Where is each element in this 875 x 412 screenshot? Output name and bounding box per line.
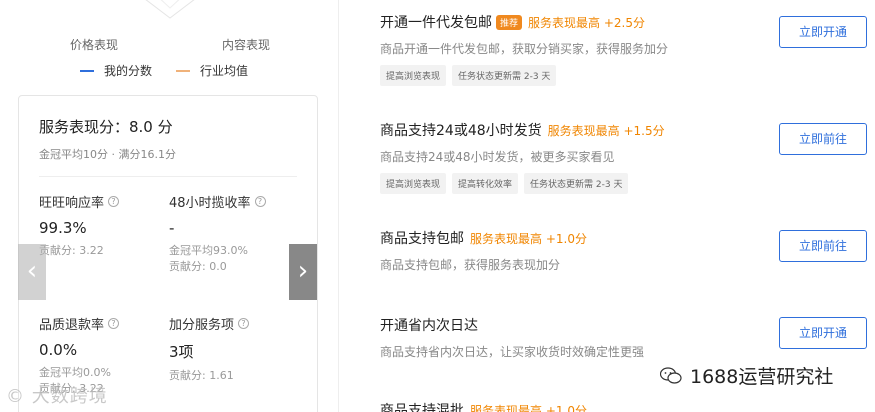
task-title: 开通省内次日达 [380, 318, 478, 334]
score-title: 服务表现分：8.0 分 [39, 118, 173, 136]
metric-contribution: 贡献分: 1.61 [169, 369, 234, 382]
legend-industry-avg: 行业均值 [176, 62, 248, 79]
divider [39, 176, 297, 177]
task-performance: 服务表现最高 +1.0分 [470, 231, 587, 246]
score-subtitle: 金冠平均10分 · 满分16.1分 [39, 148, 176, 161]
carousel-next-button[interactable]: › [289, 244, 317, 300]
task-title: 商品支持24或48小时发货 [380, 123, 542, 139]
watermark-right: 1688运营研究社 [660, 362, 833, 389]
metric-bonus-services: 加分服务项? 3项 贡献分: 1.61 [169, 314, 299, 384]
recommend-badge: 推荐 [496, 14, 523, 30]
task-tag: 提高浏览表现 [380, 173, 447, 194]
help-icon[interactable]: ? [108, 318, 120, 329]
task-tags: 提高浏览表现 任务状态更新需 2-3 天 [380, 65, 850, 86]
task-title: 开通一件代发包邮 [380, 15, 492, 31]
watermark-left: © 大数跨境 [6, 386, 108, 407]
task-title: 商品支持包邮 [380, 231, 464, 247]
watermark-text: 1688运营研究社 [690, 366, 834, 388]
metric-gold-avg: 金冠平均93.0% [169, 244, 248, 257]
metric-value: 3项 [169, 343, 194, 361]
metric-wangwang-response: 旺旺响应率? 99.3% 贡献分: 3.22 [39, 192, 169, 259]
task-performance: 服务表现最高 +1.0分 [470, 403, 587, 412]
carousel-prev-button[interactable]: ‹ [18, 244, 46, 300]
wechat-icon [660, 366, 682, 384]
metric-48h-pickup: 48小时揽收率? - 金冠平均93.0% 贡献分: 0.0 [169, 192, 299, 275]
metric-label: 品质退款率 [39, 318, 105, 333]
metric-value: 99.3% [39, 219, 87, 237]
legend-swatch-orange [176, 69, 191, 72]
legend-label: 行业均值 [200, 64, 249, 78]
panel-divider [338, 0, 339, 412]
service-score-card: 服务表现分：8.0 分 金冠平均10分 · 满分16.1分 旺旺响应率? 99.… [18, 95, 318, 412]
task-item: 商品支持混批 服务表现最高 +1.0分 [380, 400, 850, 412]
help-icon[interactable]: ? [108, 196, 120, 207]
radar-axis-price: 价格表现 [70, 38, 119, 52]
open-dropship-button[interactable]: 立即开通 [779, 16, 867, 48]
metric-value: - [169, 219, 175, 237]
score-panel: 价格表现 内容表现 我的分数 行业均值 服务表现分：8.0 分 金冠平均10分 … [0, 0, 340, 412]
task-title: 商品支持混批 [380, 403, 464, 412]
radar-axis-content: 内容表现 [222, 38, 271, 52]
goto-free-shipping-button[interactable]: 立即前往 [779, 230, 867, 262]
metric-contribution: 贡献分: 3.22 [39, 244, 104, 257]
legend-label: 我的分数 [104, 64, 153, 78]
legend-swatch-blue [80, 69, 94, 72]
metric-contribution: 贡献分: 0.0 [169, 260, 227, 273]
metric-label: 旺旺响应率 [39, 196, 105, 211]
task-performance: 服务表现最高 +2.5分 [528, 15, 645, 30]
task-tags: 提高浏览表现 提高转化效率 任务状态更新需 2-3 天 [380, 173, 850, 194]
legend-my-score: 我的分数 [80, 62, 152, 79]
task-performance: 服务表现最高 +1.5分 [547, 123, 665, 138]
radar-legend: 我的分数 行业均值 [80, 62, 248, 79]
radar-chart [145, 0, 195, 19]
metric-gold-avg: 金冠平均0.0% [39, 366, 111, 379]
help-icon[interactable]: ? [238, 318, 250, 329]
task-tag: 任务状态更新需 2-3 天 [452, 65, 557, 86]
metric-label: 48小时揽收率 [169, 196, 251, 211]
open-next-day-button[interactable]: 立即开通 [779, 317, 867, 349]
task-tag: 提高转化效率 [452, 173, 519, 194]
metric-value: 0.0% [39, 341, 78, 359]
goto-fast-ship-button[interactable]: 立即前往 [779, 123, 867, 155]
help-icon[interactable]: ? [254, 196, 266, 207]
task-tag: 任务状态更新需 2-3 天 [524, 173, 629, 194]
task-tag: 提高浏览表现 [380, 65, 447, 86]
metric-label: 加分服务项 [169, 318, 235, 333]
